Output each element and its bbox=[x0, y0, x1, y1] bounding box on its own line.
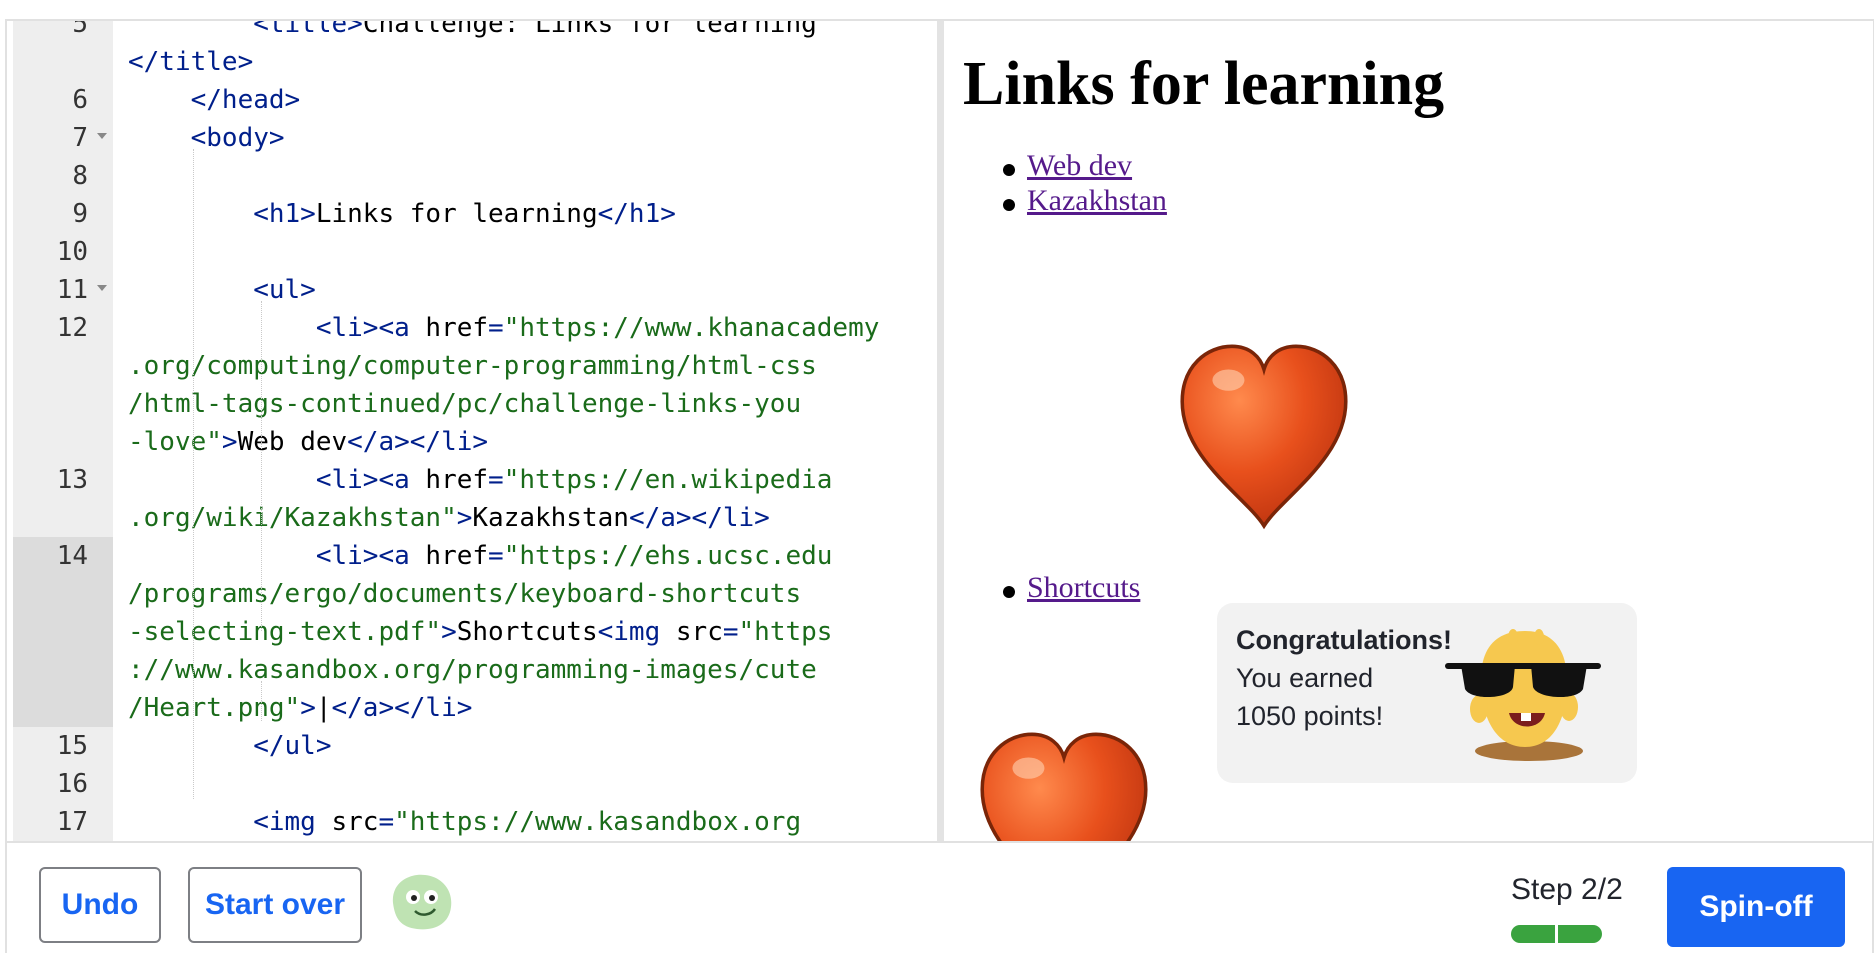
line-number bbox=[13, 689, 113, 727]
fold-arrow-icon[interactable] bbox=[97, 285, 107, 291]
list-bullet bbox=[1003, 586, 1015, 598]
line-number bbox=[13, 347, 113, 385]
code-text: .org/wiki/Kazakhstan">Kazakhstan</a></li… bbox=[128, 503, 770, 533]
step-progress-segment bbox=[1558, 925, 1602, 943]
line-number: 12 bbox=[56, 313, 88, 343]
toast-line1: You earned bbox=[1236, 663, 1374, 693]
code-text: <li><a href="https://ehs.ucsc.edu bbox=[128, 541, 833, 571]
line-number bbox=[13, 575, 113, 613]
code-line[interactable]: 11 <ul> bbox=[13, 271, 943, 309]
code-line[interactable]: 13 <li><a href="https://en.wikipedia bbox=[13, 461, 943, 499]
line-number bbox=[13, 499, 113, 537]
code-line[interactable]: 10 bbox=[13, 233, 943, 271]
code-text: -love">Web dev</a></li> bbox=[128, 427, 489, 457]
code-line[interactable]: /programs/ergo/documents/keyboard-shortc… bbox=[13, 575, 943, 613]
code-line[interactable]: </title> bbox=[13, 43, 943, 81]
indent-guide bbox=[193, 149, 194, 799]
code-line[interactable]: 16 bbox=[13, 765, 943, 803]
code-line[interactable]: /html-tags-continued/pc/challenge-links-… bbox=[13, 385, 943, 423]
start-over-button[interactable]: Start over bbox=[188, 867, 362, 943]
code-line[interactable]: 14 <li><a href="https://ehs.ucsc.edu bbox=[13, 537, 943, 575]
code-text: <body> bbox=[128, 123, 285, 153]
avatar bbox=[392, 874, 452, 930]
line-number bbox=[13, 423, 113, 461]
line-number: 9 bbox=[72, 199, 88, 229]
line-number: 17 bbox=[56, 807, 88, 837]
code-text: -selecting-text.pdf">Shortcuts<img src="… bbox=[128, 617, 833, 647]
link-shortcuts[interactable]: Shortcuts bbox=[1027, 571, 1140, 605]
code-line[interactable]: 8 bbox=[13, 157, 943, 195]
sunglasses-mascot-icon bbox=[1445, 629, 1601, 761]
list-bullet bbox=[1003, 164, 1015, 176]
pane-divider[interactable] bbox=[937, 21, 944, 841]
code-line[interactable]: 9 <h1>Links for learning</h1> bbox=[13, 195, 943, 233]
line-number bbox=[13, 43, 113, 81]
toast-line2: 1050 points! bbox=[1236, 701, 1384, 731]
code-editor[interactable]: 5 <title>Challenge: Links for learning </… bbox=[13, 21, 943, 841]
line-number bbox=[13, 385, 113, 423]
code-text: /Heart.png">|</a></li> bbox=[128, 693, 473, 723]
line-number: 14 bbox=[13, 537, 113, 575]
heart-image[interactable] bbox=[975, 729, 1153, 841]
line-number: 5 bbox=[72, 21, 88, 39]
step-label: Step 2/2 bbox=[1511, 873, 1623, 906]
code-text: </head> bbox=[128, 85, 301, 115]
line-number: 13 bbox=[56, 465, 88, 495]
output-preview: Links for learning Web dev Kazakhstan Sh… bbox=[945, 21, 1873, 841]
code-line[interactable]: 17 <img src="https://www.kasandbox.org bbox=[13, 803, 943, 841]
code-text: <title>Challenge: Links for learning bbox=[128, 21, 817, 39]
line-number: 6 bbox=[72, 85, 88, 115]
code-text: /programs/ergo/documents/keyboard-shortc… bbox=[128, 579, 802, 609]
code-text: <li><a href="https://en.wikipedia bbox=[128, 465, 833, 495]
toast-title: Congratulations! bbox=[1236, 625, 1452, 655]
heart-image[interactable] bbox=[1175, 341, 1353, 533]
line-number: 15 bbox=[56, 731, 88, 761]
line-number: 16 bbox=[56, 769, 88, 799]
bottom-toolbar: Undo Start over Step 2/2 Spin-off bbox=[7, 841, 1872, 953]
line-number bbox=[13, 613, 113, 651]
code-line[interactable]: .org/computing/computer-programming/html… bbox=[13, 347, 943, 385]
code-text: /html-tags-continued/pc/challenge-links-… bbox=[128, 389, 802, 419]
code-line[interactable]: 15 </ul> bbox=[13, 727, 943, 765]
undo-button[interactable]: Undo bbox=[39, 867, 161, 943]
code-text: .org/computing/computer-programming/html… bbox=[128, 351, 817, 381]
congratulations-toast: Congratulations! You earned 1050 points! bbox=[1217, 603, 1637, 783]
link-web-dev[interactable]: Web dev bbox=[1027, 149, 1132, 183]
code-line[interactable]: -love">Web dev</a></li> bbox=[13, 423, 943, 461]
code-line[interactable]: 5 <title>Challenge: Links for learning bbox=[13, 21, 943, 43]
code-text: <li><a href="https://www.khanacademy bbox=[128, 313, 880, 343]
step-progress-segment bbox=[1511, 925, 1555, 943]
spin-off-button[interactable]: Spin-off bbox=[1667, 867, 1845, 947]
challenge-frame: 5 <title>Challenge: Links for learning </… bbox=[5, 19, 1874, 953]
code-text: <ul> bbox=[128, 275, 316, 305]
code-text: <img src="https://www.kasandbox.org bbox=[128, 807, 802, 837]
line-number bbox=[13, 651, 113, 689]
code-line[interactable]: 7 <body> bbox=[13, 119, 943, 157]
line-number: 8 bbox=[72, 161, 88, 191]
code-line[interactable]: /Heart.png">|</a></li> bbox=[13, 689, 943, 727]
fold-arrow-icon[interactable] bbox=[97, 133, 107, 139]
code-line[interactable]: -selecting-text.pdf">Shortcuts<img src="… bbox=[13, 613, 943, 651]
code-text: ://www.kasandbox.org/programming-images/… bbox=[128, 655, 817, 685]
code-text: </title> bbox=[128, 47, 254, 77]
line-number: 10 bbox=[56, 237, 88, 267]
code-text: </ul> bbox=[128, 731, 332, 761]
code-line[interactable]: .org/wiki/Kazakhstan">Kazakhstan</a></li… bbox=[13, 499, 943, 537]
list-bullet bbox=[1003, 199, 1015, 211]
preview-heading: Links for learning bbox=[963, 50, 1445, 118]
indent-guide bbox=[261, 301, 262, 631]
code-line[interactable]: ://www.kasandbox.org/programming-images/… bbox=[13, 651, 943, 689]
indent-guide bbox=[261, 681, 262, 721]
code-line[interactable]: 12 <li><a href="https://www.khanacademy bbox=[13, 309, 943, 347]
link-kazakhstan[interactable]: Kazakhstan bbox=[1027, 184, 1167, 218]
code-text: <h1>Links for learning</h1> bbox=[128, 199, 676, 229]
code-line[interactable]: 6 </head> bbox=[13, 81, 943, 119]
